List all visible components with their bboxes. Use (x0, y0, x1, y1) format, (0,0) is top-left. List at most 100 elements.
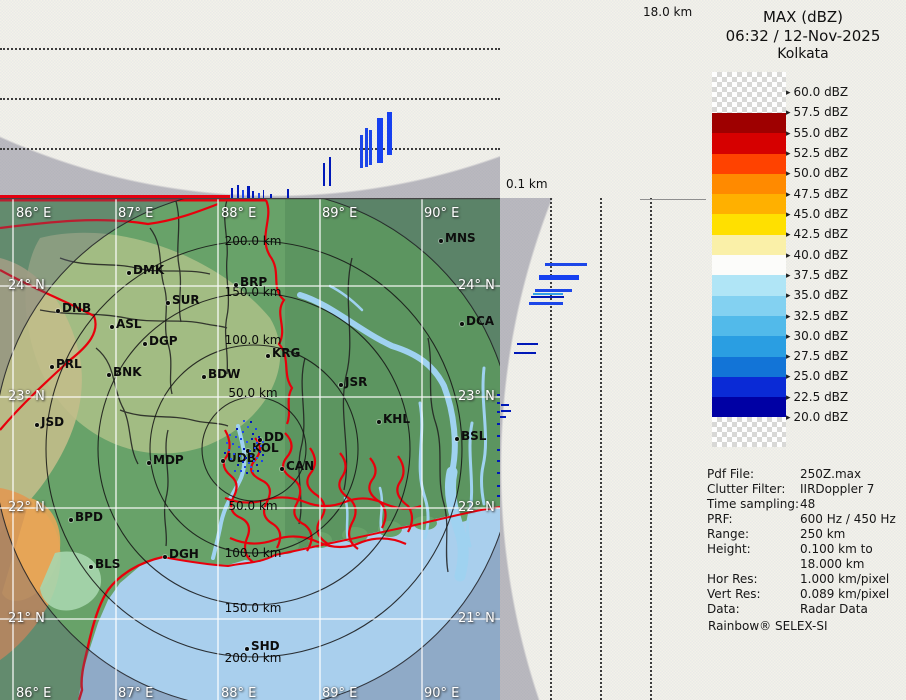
legend-label-text: 27.5 dBZ (794, 349, 849, 363)
legend-band-11 (712, 316, 786, 336)
legend-arrow-icon: ▸ (786, 149, 791, 159)
legend-label-text: 30.0 dBZ (794, 329, 849, 343)
info-row-3: PRF:600 Hz / 450 Hz (707, 512, 903, 527)
map-echo-dot (261, 460, 263, 462)
legend-band-10 (712, 296, 786, 316)
radar-display-window: 18.0 km 0.1 km (0, 0, 906, 700)
legend-band-0 (712, 72, 786, 113)
map-echo-dot (229, 434, 231, 436)
lat-label-left-0: 24° N (8, 278, 45, 293)
legend-label-14: ▸25.0 dBZ (786, 369, 848, 383)
map-echo-dot (239, 455, 241, 457)
range-ring-label-4: 50.0 km (221, 499, 285, 513)
station-dot (110, 325, 114, 329)
station-code-label: MNS (445, 231, 476, 245)
lat-label-left-3: 21° N (8, 611, 45, 626)
legend-label-2: ▸55.0 dBZ (786, 126, 848, 140)
lon-label-bottom-3: 89° E (322, 686, 357, 700)
legend-band-13 (712, 357, 786, 377)
map-echo-dot (243, 448, 245, 450)
map-edge-echo-dash (497, 394, 500, 396)
product-info-block: Pdf File:250Z.maxClutter Filter:IIRDoppl… (707, 467, 903, 617)
map-echo-dot (258, 436, 260, 438)
legend-label-text: 55.0 dBZ (794, 126, 849, 140)
top-echo-bar-6 (387, 112, 392, 155)
legend-label-9: ▸37.5 dBZ (786, 268, 848, 282)
info-row-label: Height: (707, 542, 800, 572)
map-echo-dot (255, 428, 257, 430)
radar-site-name: Kolkata (700, 46, 906, 62)
map-echo-dot (234, 470, 236, 472)
map-echo-dot (260, 445, 262, 447)
side-echo-bar-6 (517, 343, 538, 345)
legend-label-text: 42.5 dBZ (794, 227, 849, 241)
station-code-label: BLS (95, 557, 120, 571)
map-edge-echo-dash (497, 435, 500, 437)
legend-band-7 (712, 235, 786, 255)
legend-label-text: 32.5 dBZ (794, 309, 849, 323)
info-row-2: Time sampling:48 (707, 497, 903, 512)
info-row-0: Pdf File:250Z.max (707, 467, 903, 482)
legend-label-text: 52.5 dBZ (794, 146, 849, 160)
station-code-label: DCA (466, 314, 494, 328)
station-dot (50, 365, 54, 369)
product-timestamp: 06:32 / 12-Nov-2025 (700, 27, 906, 45)
info-row-value: 0.100 km to 18.000 km (800, 542, 903, 572)
map-echo-dot (224, 452, 226, 454)
map-echo-dot (226, 442, 228, 444)
legend-label-text: 47.5 dBZ (794, 187, 849, 201)
range-ring-label-7: 200.0 km (221, 651, 285, 665)
legend-arrow-icon: ▸ (786, 332, 791, 342)
station-dot (107, 373, 111, 377)
station-dot (245, 647, 249, 651)
station-dot (35, 423, 39, 427)
side-echo-bar-3 (533, 293, 563, 295)
info-row-6: Hor Res:1.000 km/pixel (707, 572, 903, 587)
map-canvas (0, 198, 500, 700)
station-dot (439, 239, 443, 243)
legend-arrow-icon: ▸ (786, 88, 791, 98)
map-echo-dot (250, 466, 252, 468)
lat-label-left-1: 23° N (8, 389, 45, 404)
side-profile-gridline (600, 198, 602, 700)
map-echo-dot (262, 454, 264, 456)
panel-divider-line (640, 199, 706, 200)
side-echo-bar-2 (535, 289, 572, 292)
station-dot (147, 461, 151, 465)
station-dot (377, 420, 381, 424)
station-dot (163, 555, 167, 559)
station-code-label: ASL (116, 317, 142, 331)
legend-band-1 (712, 113, 786, 133)
lon-label-bottom-4: 90° E (424, 686, 459, 700)
range-ring-label-3: 50.0 km (221, 386, 285, 400)
legend-label-15: ▸22.5 dBZ (786, 390, 848, 404)
legend-arrow-icon: ▸ (786, 271, 791, 281)
station-code-label: CAN (286, 459, 314, 473)
map-echo-dot (240, 470, 242, 472)
legend-band-6 (712, 214, 786, 234)
map-echo-dot (249, 450, 251, 452)
station-code-label: BNK (113, 365, 142, 379)
station-code-label: PRL (56, 357, 82, 371)
info-row-label: Hor Res: (707, 572, 800, 587)
station-dot (143, 342, 147, 346)
legend-label-text: 50.0 dBZ (794, 166, 849, 180)
info-row-value: 250 km (800, 527, 903, 542)
legend-label-text: 22.5 dBZ (794, 390, 849, 404)
info-row-label: Time sampling: (707, 497, 800, 512)
radar-map: 86° E86° E87° E87° E88° E88° E89° E89° E… (0, 198, 500, 700)
side-echo-bar-10 (500, 416, 506, 418)
side-echo-bar-5 (529, 302, 563, 305)
lat-label-right-0: 24° N (458, 278, 495, 293)
side-echo-bar-0 (545, 263, 587, 266)
side-echo-bar-8 (501, 404, 509, 406)
info-row-value: 600 Hz / 450 Hz (800, 512, 903, 527)
station-code-label: KHL (383, 412, 410, 426)
side-echo-bar-1 (539, 275, 579, 280)
top-echo-bar-7 (231, 188, 233, 198)
station-code-label: DNB (62, 301, 91, 315)
station-dot (127, 271, 131, 275)
station-code-label: DMK (133, 263, 164, 277)
map-echo-dot (248, 462, 250, 464)
map-echo-dot (242, 431, 244, 433)
